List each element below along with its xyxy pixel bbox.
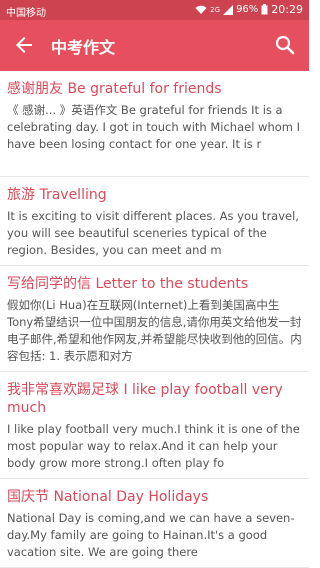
back-arrow-icon[interactable]: [12, 33, 36, 57]
article-title: 我非常喜欢踢足球 I like play football very much: [7, 382, 283, 416]
wifi-icon: [195, 5, 207, 14]
article-title: 写给同学的信 Letter to the students: [7, 276, 249, 292]
article-excerpt: 假如你(Li Hua)在互联网(Internet)上看到美国高中生Tony希望结…: [7, 298, 302, 363]
battery-icon: [261, 4, 268, 15]
article-excerpt: National Day is coming,and we can have a…: [7, 511, 295, 559]
article-item[interactable]: 国庆节 National Day Holidays National Day i…: [0, 479, 309, 568]
network-type: 2G: [210, 5, 221, 14]
app-bar: 中考作文: [0, 20, 309, 71]
status-bar: 中国移动 2G 96% 20:29: [0, 0, 309, 20]
carrier-name: 中国移动: [6, 8, 46, 19]
article-excerpt: 《 感谢... 》英语作文 Be grateful for friends It…: [7, 103, 301, 151]
article-excerpt: I like play football very much.I think i…: [7, 422, 300, 470]
article-list: 感谢朋友 Be grateful for friends 《 感谢... 》英语…: [0, 71, 309, 568]
page-title: 中考作文: [51, 38, 116, 57]
article-title: 旅游 Travelling: [7, 187, 107, 203]
battery-level: 96%: [236, 4, 259, 15]
search-icon[interactable]: [273, 33, 297, 57]
article-item[interactable]: 旅游 Travelling It is exciting to visit di…: [0, 177, 309, 266]
clock: 20:29: [271, 3, 303, 16]
article-item[interactable]: 我非常喜欢踢足球 I like play football very much …: [0, 372, 309, 479]
article-item[interactable]: 感谢朋友 Be grateful for friends 《 感谢... 》英语…: [0, 71, 309, 177]
signal-icon: [223, 4, 234, 15]
article-excerpt: It is exciting to visit different places…: [7, 209, 299, 257]
status-icons: 2G 96% 20:29: [195, 3, 303, 16]
article-title: 感谢朋友 Be grateful for friends: [7, 81, 222, 97]
article-title: 国庆节 National Day Holidays: [7, 489, 209, 505]
article-item[interactable]: 写给同学的信 Letter to the students 假如你(Li Hua…: [0, 266, 309, 372]
